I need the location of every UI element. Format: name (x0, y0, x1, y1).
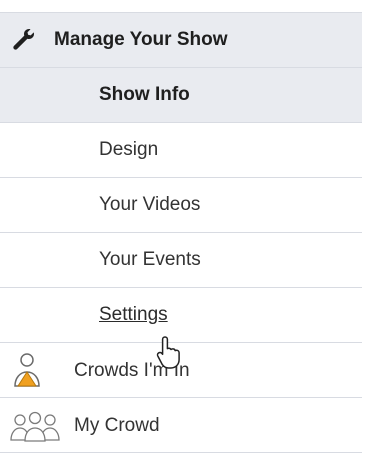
group-icon (6, 409, 64, 443)
sidebar-item-settings[interactable]: Settings (0, 288, 362, 343)
sidebar-menu: Manage Your Show Show Info Design Your V… (0, 12, 362, 453)
sidebar-item-design[interactable]: Design (0, 123, 362, 178)
sidebar-item-my-crowd[interactable]: My Crowd (0, 398, 362, 453)
person-warning-icon (10, 351, 44, 389)
sidebar-item-label: Your Events (99, 249, 201, 270)
sidebar-item-manage-your-show[interactable]: Manage Your Show (0, 13, 362, 68)
sidebar-item-label: My Crowd (74, 415, 160, 436)
sidebar-item-label: Design (99, 139, 159, 160)
sidebar-item-label: Settings (99, 304, 168, 325)
sidebar-item-label: Show Info (99, 84, 190, 105)
wrench-icon (8, 26, 36, 54)
sidebar-item-label: Your Videos (99, 194, 201, 215)
sidebar-item-your-events[interactable]: Your Events (0, 233, 362, 288)
sidebar-item-crowds-im-in[interactable]: Crowds I'm In (0, 343, 362, 398)
sidebar-item-your-videos[interactable]: Your Videos (0, 178, 362, 233)
sidebar-item-label: Manage Your Show (54, 29, 228, 50)
sidebar-item-show-info[interactable]: Show Info (0, 68, 362, 123)
sidebar-item-label: Crowds I'm In (74, 360, 190, 381)
